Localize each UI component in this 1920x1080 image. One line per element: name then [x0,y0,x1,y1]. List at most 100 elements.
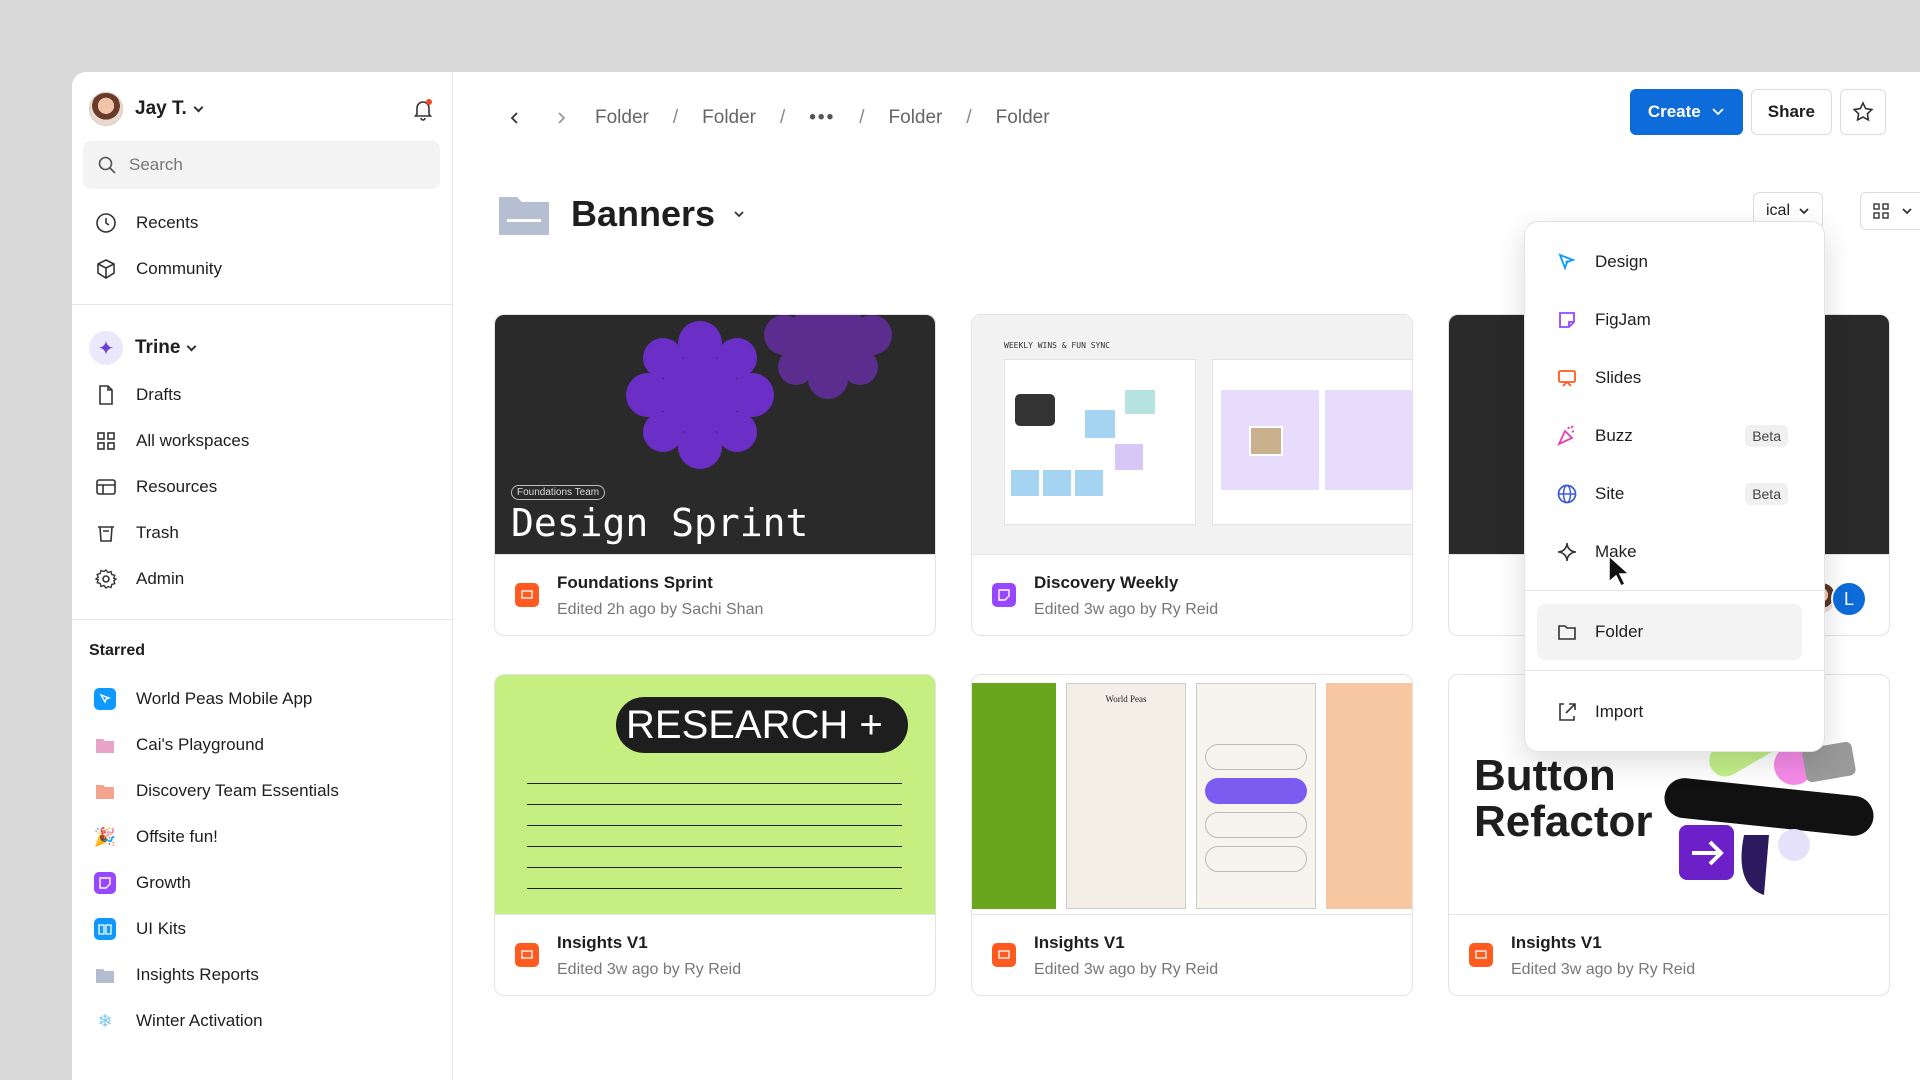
folder-icon [94,964,116,986]
menu-item-slides[interactable]: Slides [1537,350,1802,406]
starred-item[interactable]: UI Kits [94,909,186,949]
chevron-down-icon [193,102,204,112]
breadcrumb-separator: / [780,107,786,128]
sidebar-item-label: Drafts [136,385,182,404]
sidebar-item-label: Trash [136,523,179,542]
ruled-lines [527,783,902,909]
search-box[interactable] [83,141,440,189]
app-window: Jay T. Recents Community ✦ Trine Drafts [72,72,1920,1080]
file-card[interactable]: Foundations Team Design Sprint Foundatio… [494,314,936,636]
sidebar-item-community[interactable]: Community [94,249,222,289]
card-thumbnail: RESEARCH + [495,675,935,915]
sort-label: ical [1766,202,1791,219]
sidebar-item-recents[interactable]: Recents [94,203,198,243]
starred-item-label: Cai's Playground [136,735,264,754]
cursor-icon [1608,554,1631,588]
sidebar-item-trash[interactable]: Trash [94,513,179,553]
breadcrumb-separator: / [859,107,865,128]
folder-icon [94,780,116,802]
folder-icon [1555,620,1579,644]
starred-item[interactable]: World Peas Mobile App [94,679,312,719]
breadcrumb-item[interactable]: Folder [889,107,943,129]
share-button[interactable]: Share [1750,89,1832,135]
starred-item[interactable]: Growth [94,863,191,903]
avatar: L [1831,581,1867,617]
menu-item-design[interactable]: Design [1537,234,1802,290]
file-card[interactable]: WEEKLY WINS & FUN SYNC Discovery Weekly … [971,314,1413,636]
menu-item-make[interactable]: Make [1537,524,1802,580]
menu-item-folder[interactable]: Folder [1537,604,1802,660]
app-screen [1196,683,1316,909]
starred-item-label: Insights Reports [136,965,259,984]
folder-icon [499,197,549,235]
breadcrumb-item[interactable]: Folder [702,107,756,129]
menu-item-import[interactable]: Import [1537,684,1802,740]
sidebar-item-admin[interactable]: Admin [94,559,184,599]
beta-badge: Beta [1745,425,1788,447]
sidebar-item-drafts[interactable]: Drafts [94,375,181,415]
starred-item[interactable]: ❄ Winter Activation [94,1001,263,1041]
menu-item-label: Folder [1595,622,1644,641]
chevron-down-icon [1712,108,1724,116]
card-subtitle: Edited 2h ago by Sachi Shan [557,601,764,618]
sidebar-item-label: All workspaces [136,431,250,450]
menu-item-label: Buzz [1595,426,1633,445]
slides-file-icon [992,943,1016,967]
create-button[interactable]: Create [1629,89,1743,135]
menu-item-label: Slides [1595,368,1642,387]
divider [72,619,453,620]
thumb-title: WEEKLY WINS & FUN SYNC [1004,341,1110,350]
forward-icon[interactable] [549,106,573,130]
star-button[interactable] [1840,89,1886,135]
menu-item-site[interactable]: Site Beta [1537,466,1802,522]
thumb-title: Button Refactor [1474,751,1653,846]
menu-item-label: FigJam [1595,310,1651,329]
chevron-down-icon[interactable] [733,210,745,218]
slides-file-icon [515,943,539,967]
view-toggle[interactable] [1860,192,1920,230]
menu-item-figjam[interactable]: FigJam [1537,292,1802,348]
workspace-switcher[interactable]: ✦ Trine [89,328,197,368]
bell-icon[interactable] [411,97,435,121]
thumb-title: Design Sprint [511,501,809,545]
avatar [89,92,123,126]
file-card[interactable]: RESEARCH + Insights V1 Edited 3w ago by … [494,674,936,996]
starred-item-label: Winter Activation [136,1011,263,1030]
menu-item-label: Site [1595,484,1625,503]
chevron-down-icon [1799,208,1809,215]
user-name: Jay T. [135,98,187,119]
import-icon [1555,700,1579,724]
starred-item[interactable]: Cai's Playground [94,725,264,765]
menu-item-buzz[interactable]: Buzz Beta [1537,408,1802,464]
sparkle-icon: ✦ [89,331,123,365]
create-label: Create [1647,102,1701,121]
divider [72,304,453,305]
design-file-icon [94,688,116,710]
make-icon [1555,540,1579,564]
sidebar-item-label: Resources [136,477,218,496]
breadcrumb-separator: / [672,107,679,128]
page-title: Banners [571,193,716,234]
starred-item[interactable]: Insights Reports [94,955,259,995]
account-switcher[interactable]: Jay T. [89,89,435,129]
back-icon[interactable] [503,106,527,130]
design-icon [1555,250,1579,274]
more-icon[interactable]: ••• [809,107,835,129]
board-frame [1004,359,1196,525]
file-card[interactable]: World Peas Insights V1 Edited 3w ago by … [971,674,1413,996]
card-thumbnail: WEEKLY WINS & FUN SYNC [972,315,1412,555]
search-input[interactable] [129,155,409,175]
breadcrumb-item[interactable]: Folder [595,107,649,129]
book-icon [94,918,116,940]
star-icon [1852,101,1874,122]
breadcrumb-item[interactable]: Folder [996,107,1050,129]
card-subtitle: Edited 3w ago by Ry Reid [1034,961,1219,978]
snowflake-icon: ❄ [97,1010,113,1031]
sidebar-item-all-workspaces[interactable]: All workspaces [94,421,249,461]
sidebar-item-resources[interactable]: Resources [94,467,217,507]
slides-file-icon [1469,943,1493,967]
toolbar: Create Share [1629,89,1886,135]
starred-item[interactable]: 🎉 Offsite fun! [94,817,218,857]
starred-item[interactable]: Discovery Team Essentials [94,771,339,811]
chevron-down-icon [1902,208,1912,215]
